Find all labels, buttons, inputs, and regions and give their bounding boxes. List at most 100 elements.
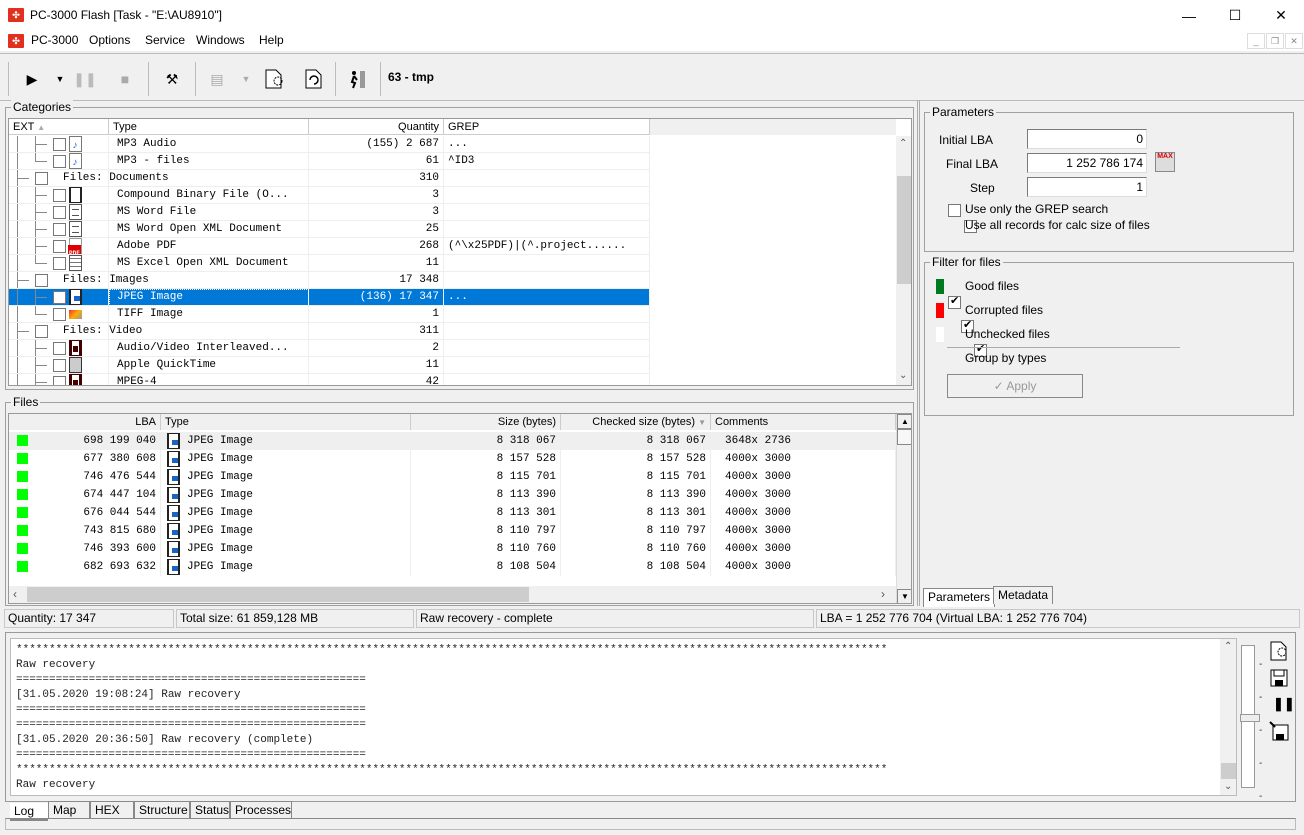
scroll-thumb[interactable] xyxy=(1221,763,1236,779)
play-icon[interactable]: ▶ xyxy=(20,67,44,91)
scroll-thumb[interactable] xyxy=(897,429,911,445)
log-level-slider[interactable] xyxy=(1240,645,1260,788)
category-row[interactable]: Compound Binary File (O... 3 xyxy=(9,187,650,204)
category-checkbox[interactable] xyxy=(53,138,66,151)
close-button[interactable]: ✕ xyxy=(1258,0,1304,31)
final-lba-input[interactable] xyxy=(1027,153,1147,173)
tab-processes[interactable]: Processes xyxy=(230,801,292,819)
category-checkbox[interactable] xyxy=(53,223,66,236)
col-type[interactable]: Type xyxy=(109,119,309,135)
scroll-up-icon[interactable]: ⌃ xyxy=(1224,641,1232,652)
category-checkbox[interactable] xyxy=(53,308,66,321)
category-checkbox[interactable] xyxy=(53,291,66,304)
tab-structure[interactable]: Structure xyxy=(134,801,190,819)
maximize-button[interactable]: ☐ xyxy=(1212,0,1258,31)
file-row[interactable]: 682 693 632 JPEG Image 8 108 504 8 108 504 4… xyxy=(9,558,896,576)
category-checkbox[interactable] xyxy=(53,342,66,355)
col-grep[interactable]: GREP xyxy=(444,119,650,135)
scroll-up-icon[interactable]: ▲ xyxy=(897,414,911,429)
category-checkbox[interactable] xyxy=(35,325,48,338)
menu-windows[interactable]: Windows xyxy=(196,33,245,47)
menu-pc3000[interactable]: PC-3000 xyxy=(31,33,78,47)
categories-scrollbar[interactable]: ⌃ ⌄ xyxy=(896,136,911,385)
category-row[interactable]: MS Word Open XML Document 25 xyxy=(9,221,650,238)
category-checkbox[interactable] xyxy=(53,359,66,372)
file-settings-icon[interactable] xyxy=(262,67,286,91)
category-checkbox[interactable] xyxy=(53,155,66,168)
tab-status[interactable]: Status xyxy=(190,801,230,819)
minimize-button[interactable]: — xyxy=(1166,0,1212,31)
add-task-icon[interactable]: ▤ xyxy=(205,67,229,91)
scroll-thumb[interactable] xyxy=(897,176,911,284)
file-refresh-icon[interactable] xyxy=(302,67,326,91)
save-icon[interactable] xyxy=(1270,669,1288,690)
menu-service[interactable]: Service xyxy=(145,33,185,47)
tools-icon[interactable]: ⚒ xyxy=(160,67,184,91)
file-row[interactable]: 698 199 040 JPEG Image 8 318 067 8 318 067 3… xyxy=(9,432,896,450)
category-checkbox[interactable] xyxy=(35,274,48,287)
file-row[interactable]: 674 447 104 JPEG Image 8 113 390 8 113 390 4… xyxy=(9,486,896,504)
hscroll-thumb[interactable] xyxy=(27,587,529,602)
save-as-icon[interactable] xyxy=(1268,720,1290,745)
col-type[interactable]: Type xyxy=(161,414,411,430)
tab-map[interactable]: Map xyxy=(48,801,90,819)
mdi-close-button[interactable]: ✕ xyxy=(1285,33,1303,49)
menu-help[interactable]: Help xyxy=(259,33,284,47)
category-row[interactable]: Files: Documents 310 xyxy=(9,170,650,187)
scroll-left-icon[interactable]: ‹ xyxy=(13,587,17,601)
tab-metadata[interactable]: Metadata xyxy=(993,586,1054,604)
category-row[interactable]: PDF Adobe PDF 268 (^\x25PDF)|(^.project....… xyxy=(9,238,650,255)
files-vscrollbar[interactable]: ▲ ▼ xyxy=(896,414,911,603)
category-checkbox[interactable] xyxy=(53,189,66,202)
col-comments[interactable]: Comments xyxy=(711,414,896,430)
pause-icon[interactable]: ❚❚ xyxy=(73,67,97,91)
menu-options[interactable]: Options xyxy=(89,33,130,47)
step-input[interactable] xyxy=(1027,177,1147,197)
category-row[interactable]: MS Excel Open XML Document 11 xyxy=(9,255,650,272)
file-row[interactable]: 746 476 544 JPEG Image 8 115 701 8 115 701 4… xyxy=(9,468,896,486)
mdi-minimize-button[interactable]: _ xyxy=(1247,33,1265,49)
file-row[interactable]: 746 393 600 JPEG Image 8 110 760 8 110 760 4… xyxy=(9,540,896,558)
category-row[interactable]: Files: Images 17 348 xyxy=(9,272,650,289)
grep-only-checkbox[interactable] xyxy=(948,204,961,218)
play-dropdown-icon[interactable]: ▼ xyxy=(48,67,72,91)
file-row[interactable]: 743 815 680 JPEG Image 8 110 797 8 110 797 4… xyxy=(9,522,896,540)
scroll-down-icon[interactable]: ⌄ xyxy=(1224,781,1232,792)
category-row[interactable]: Files: Video 311 xyxy=(9,323,650,340)
category-row[interactable]: Audio/Video Interleaved... 2 xyxy=(9,340,650,357)
category-row[interactable]: MPEG-4 42 xyxy=(9,374,650,385)
col-lba[interactable]: LBA xyxy=(9,414,161,430)
log-settings-icon[interactable] xyxy=(1268,640,1290,665)
scroll-right-icon[interactable]: › xyxy=(881,587,885,601)
category-row[interactable]: ♪ MP3 Audio (155) 2 687... xyxy=(9,136,650,153)
category-checkbox[interactable] xyxy=(53,240,66,253)
file-row[interactable]: 677 380 608 JPEG Image 8 157 528 8 157 528 4… xyxy=(9,450,896,468)
category-row[interactable]: TIFF Image 1 xyxy=(9,306,650,323)
category-row[interactable]: JPEG Image (136) 17 347... xyxy=(9,289,650,306)
category-checkbox[interactable] xyxy=(35,172,48,185)
initial-lba-input[interactable] xyxy=(1027,129,1147,149)
apply-button[interactable]: ✓ Apply xyxy=(947,374,1083,398)
max-lba-button[interactable]: MAX xyxy=(1155,152,1175,172)
files-hscrollbar[interactable]: ‹ › xyxy=(9,586,896,603)
category-row[interactable]: ♪ MP3 - files 61 ^ID3 xyxy=(9,153,650,170)
tab-parameters[interactable]: Parameters xyxy=(923,588,996,607)
category-row[interactable]: MS Word File 3 xyxy=(9,204,650,221)
category-checkbox[interactable] xyxy=(53,206,66,219)
slider-thumb[interactable] xyxy=(1240,714,1260,722)
category-checkbox[interactable] xyxy=(53,376,66,385)
scroll-up-icon[interactable]: ⌃ xyxy=(899,138,907,149)
col-checked-size[interactable]: Checked size (bytes) ▼ xyxy=(561,414,711,430)
splitter[interactable] xyxy=(917,100,920,606)
log-scrollbar[interactable]: ⌃ ⌄ xyxy=(1220,639,1236,795)
tab-hex[interactable]: HEX xyxy=(90,801,134,819)
scroll-down-icon[interactable]: ⌄ xyxy=(899,370,907,381)
mdi-restore-button[interactable]: ❐ xyxy=(1266,33,1284,49)
file-row[interactable]: 676 044 544 JPEG Image 8 113 301 8 113 301 4… xyxy=(9,504,896,522)
stop-icon[interactable]: ■ xyxy=(113,67,137,91)
filter-checkbox[interactable] xyxy=(948,294,961,309)
col-size[interactable]: Size (bytes) xyxy=(411,414,561,430)
log-pause-icon[interactable]: ❚❚ xyxy=(1273,696,1295,712)
exit-icon[interactable] xyxy=(345,67,369,91)
col-quantity[interactable]: Quantity xyxy=(309,119,444,135)
